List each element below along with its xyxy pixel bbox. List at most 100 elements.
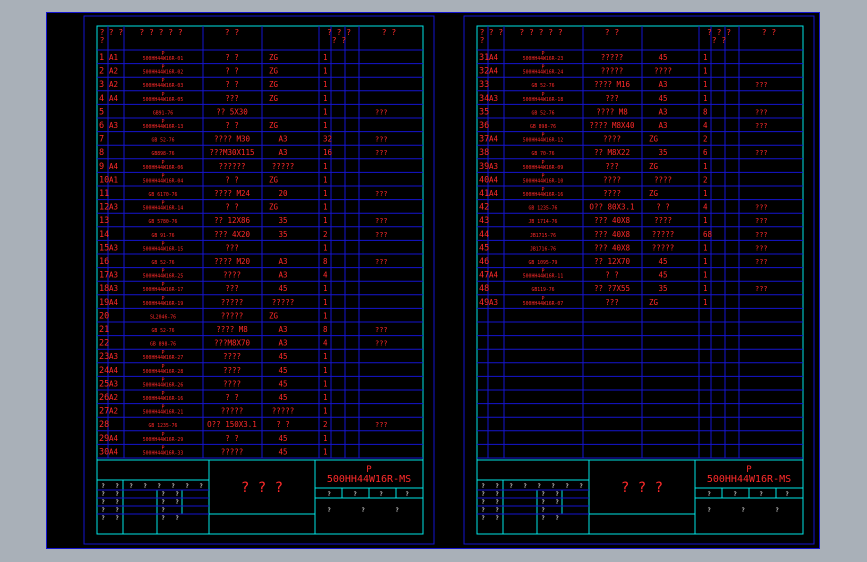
item-number: 47: [479, 271, 489, 281]
material: A3: [278, 135, 287, 144]
part-name: ????: [223, 352, 241, 361]
table-row: 20 SL2046-76????? ZG 1: [99, 311, 328, 321]
title-field: ?: [101, 483, 105, 490]
quantity: 1: [323, 243, 328, 252]
table-row: 9 A4 P500HH44W16R-06??????????? 1: [99, 160, 328, 172]
part-name: ???: [225, 94, 239, 103]
item-number: 37: [479, 135, 489, 145]
material: A3: [658, 80, 667, 89]
part-name: ???: [605, 298, 619, 307]
item-number: 10: [99, 175, 109, 185]
title-field: ?: [541, 507, 545, 514]
drawing-code: GB 52-76: [531, 83, 554, 89]
table-row: 41 A4 P500HH44W16R-16???? ZG 1: [479, 187, 708, 199]
material: A3: [278, 271, 287, 280]
title-field: ?: [555, 491, 559, 498]
sheet-size: A4: [109, 434, 119, 443]
sheet-size: A2: [109, 407, 118, 416]
table-row: 49 A3 P500HH44W16R-07??? ZG 1: [479, 296, 708, 308]
right-sheet-border: [463, 15, 815, 545]
quantity: 32: [323, 135, 332, 144]
quantity: 1: [323, 352, 328, 361]
header-cell: ?: [100, 36, 105, 45]
drawing-code: 500HH44W16R-33: [143, 450, 184, 456]
title-field: ?: [101, 507, 105, 514]
table-row: 21 GB 52-76 ???? M8 A3 8???: [99, 325, 388, 335]
title-field: ?: [185, 483, 189, 490]
part-name: ? ?: [605, 271, 619, 280]
drawing-code: JB1715-76: [530, 233, 556, 239]
item-number: 4: [99, 94, 104, 104]
item-number: 14: [99, 230, 109, 240]
drawing-code: GB 52-76: [151, 138, 174, 144]
drawing-code: 500HH44W16R-09: [523, 165, 564, 171]
table-row: 19 A4 P500HH44W16R-19?????????? 1: [99, 296, 328, 308]
header-cell: ? ?: [762, 28, 777, 37]
part-name: ???M8X70: [214, 339, 251, 348]
item-number: 36: [479, 121, 489, 131]
material: ????: [654, 67, 672, 76]
material: 45: [278, 379, 287, 388]
table-row: 34 A3 P500HH44W16R-18??? 45 1: [479, 92, 708, 104]
title-field: ?: [101, 491, 105, 498]
part-name: ???: [225, 243, 239, 252]
drawing-code: 500HH44W16R-04: [143, 178, 184, 184]
quantity: 2: [703, 135, 708, 144]
part-name: ???? M8: [216, 325, 248, 334]
material: ????: [654, 216, 672, 225]
part-name: ????: [603, 175, 621, 184]
note: ???: [755, 258, 768, 266]
part-name: ???: [605, 162, 619, 171]
drawing-code: GB 5780-76: [149, 219, 178, 225]
material: ?????: [272, 407, 295, 416]
title-field: ?: [775, 507, 779, 514]
drawing-code: 500HH44W16R-24: [523, 70, 564, 76]
title-field: ?: [161, 507, 165, 514]
table-row: 47 A4 P500HH44W16R-11? ? 45 1: [479, 269, 708, 281]
item-number: 19: [99, 298, 109, 308]
title-field: ?: [175, 499, 179, 506]
drawing-code: GB 898-76: [530, 124, 556, 130]
title-field: ?: [175, 491, 179, 498]
part-name: ?????: [221, 407, 244, 416]
table-row: 31 A4 P500HH44W16R-23????? 45 1: [479, 51, 708, 63]
title-field: ?: [115, 507, 119, 514]
quantity: 1: [323, 284, 328, 293]
material: 45: [278, 284, 287, 293]
material: ZG: [269, 311, 279, 320]
item-number: 1: [99, 53, 104, 63]
material: ? ?: [276, 420, 290, 429]
title-field: ?: [405, 491, 409, 498]
table-row: 30 A4 P500HH44W16R-33????? 45 1: [99, 445, 328, 457]
cad-viewport[interactable]: ??? ?? ? ? ? ?? ?? ? ?? ?? ? 1 A1 P 500HH44W…: [46, 12, 820, 549]
quantity: 1: [323, 434, 328, 443]
table-row: 38 GB 70-76 ?? M8X22 35 6???: [479, 148, 768, 158]
title-field: ?: [481, 499, 485, 506]
table-row: 28 GB 1235-76 O?? 150X3.1 ? ? 2???: [99, 420, 388, 430]
part-name: ???? M8: [596, 107, 628, 116]
item-number: 8: [99, 148, 104, 158]
drawing-code: 500HH44W16R-13: [143, 124, 184, 130]
title-field: ?: [537, 483, 541, 490]
item-number: 2: [99, 67, 104, 77]
quantity: 1: [703, 257, 708, 266]
table-row: 2 A2 P500HH44W16R-02? ? ZG 1: [99, 65, 328, 77]
part-name: ???? M20: [214, 257, 251, 266]
title-field: ?: [741, 507, 745, 514]
part-name: ???: [225, 284, 239, 293]
title-field: ?: [143, 483, 147, 490]
item-number: 6: [99, 121, 104, 131]
quantity: 1: [703, 80, 708, 89]
quantity: 1: [323, 94, 328, 103]
item-number: 13: [99, 216, 109, 226]
drawing-code: 500HH44W16R-28: [143, 369, 184, 375]
part-name: ?????: [221, 447, 244, 456]
drawing-code: 500HH44W16R-14: [143, 206, 184, 212]
part-name: ? ?: [225, 434, 239, 443]
drawing-code: GB 1095-79: [529, 260, 558, 266]
drawing-code: GB 52-76: [531, 110, 554, 116]
quantity: 1: [323, 393, 328, 402]
note: ???: [755, 149, 768, 157]
part-name: ????: [223, 366, 241, 375]
material: 45: [278, 366, 287, 375]
